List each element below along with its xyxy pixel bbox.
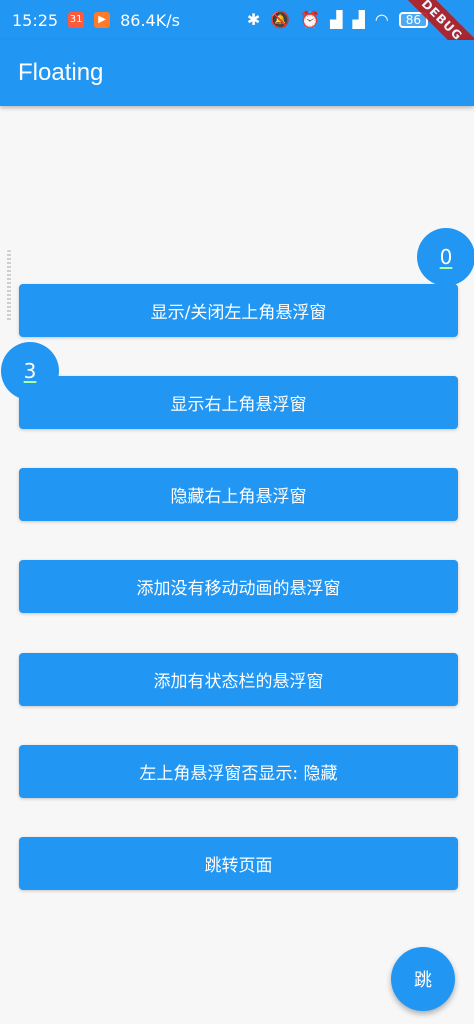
scroll-indicator xyxy=(7,250,11,322)
wifi-icon: ◠ xyxy=(374,10,389,29)
navigate-fab-button[interactable]: 跳 xyxy=(391,947,455,1011)
alarm-icon: ⏰ xyxy=(300,10,321,29)
page-title: Floating xyxy=(18,59,104,86)
hide-top-right-floating-button[interactable]: 隐藏右上角悬浮窗 xyxy=(19,468,458,521)
network-speed: 86.4K/s xyxy=(120,10,180,30)
add-statusbar-floating-button[interactable]: 添加有状态栏的悬浮窗 xyxy=(19,653,458,706)
toggle-top-left-floating-button[interactable]: 显示/关闭左上角悬浮窗 xyxy=(19,284,458,337)
bluetooth-icon: ✱ xyxy=(246,10,261,29)
mute-icon: 🔕 xyxy=(270,10,291,29)
video-icon: ▶ xyxy=(94,12,111,28)
status-time: 15:25 xyxy=(12,10,59,30)
top-left-visibility-button[interactable]: 左上角悬浮窗否显示: 隐藏 xyxy=(19,745,458,798)
show-top-right-floating-button[interactable]: 显示右上角悬浮窗 xyxy=(19,376,458,429)
calendar-icon: 31 xyxy=(68,12,85,28)
signal-hd-icon: ▟ xyxy=(352,10,365,29)
floating-window-top-right[interactable]: 0 xyxy=(417,228,474,286)
navigate-page-button[interactable]: 跳转页面 xyxy=(19,837,458,890)
add-no-animation-floating-button[interactable]: 添加没有移动动画的悬浮窗 xyxy=(19,560,458,613)
status-bar: 15:25 31 ▶ 86.4K/s ✱ 🔕 ⏰ ▟ ▟ ◠ 86 xyxy=(0,0,474,40)
signal-hd-icon: ▟ xyxy=(330,10,343,29)
app-bar: Floating xyxy=(0,40,474,106)
floating-window-top-left[interactable]: 3 xyxy=(1,342,59,400)
